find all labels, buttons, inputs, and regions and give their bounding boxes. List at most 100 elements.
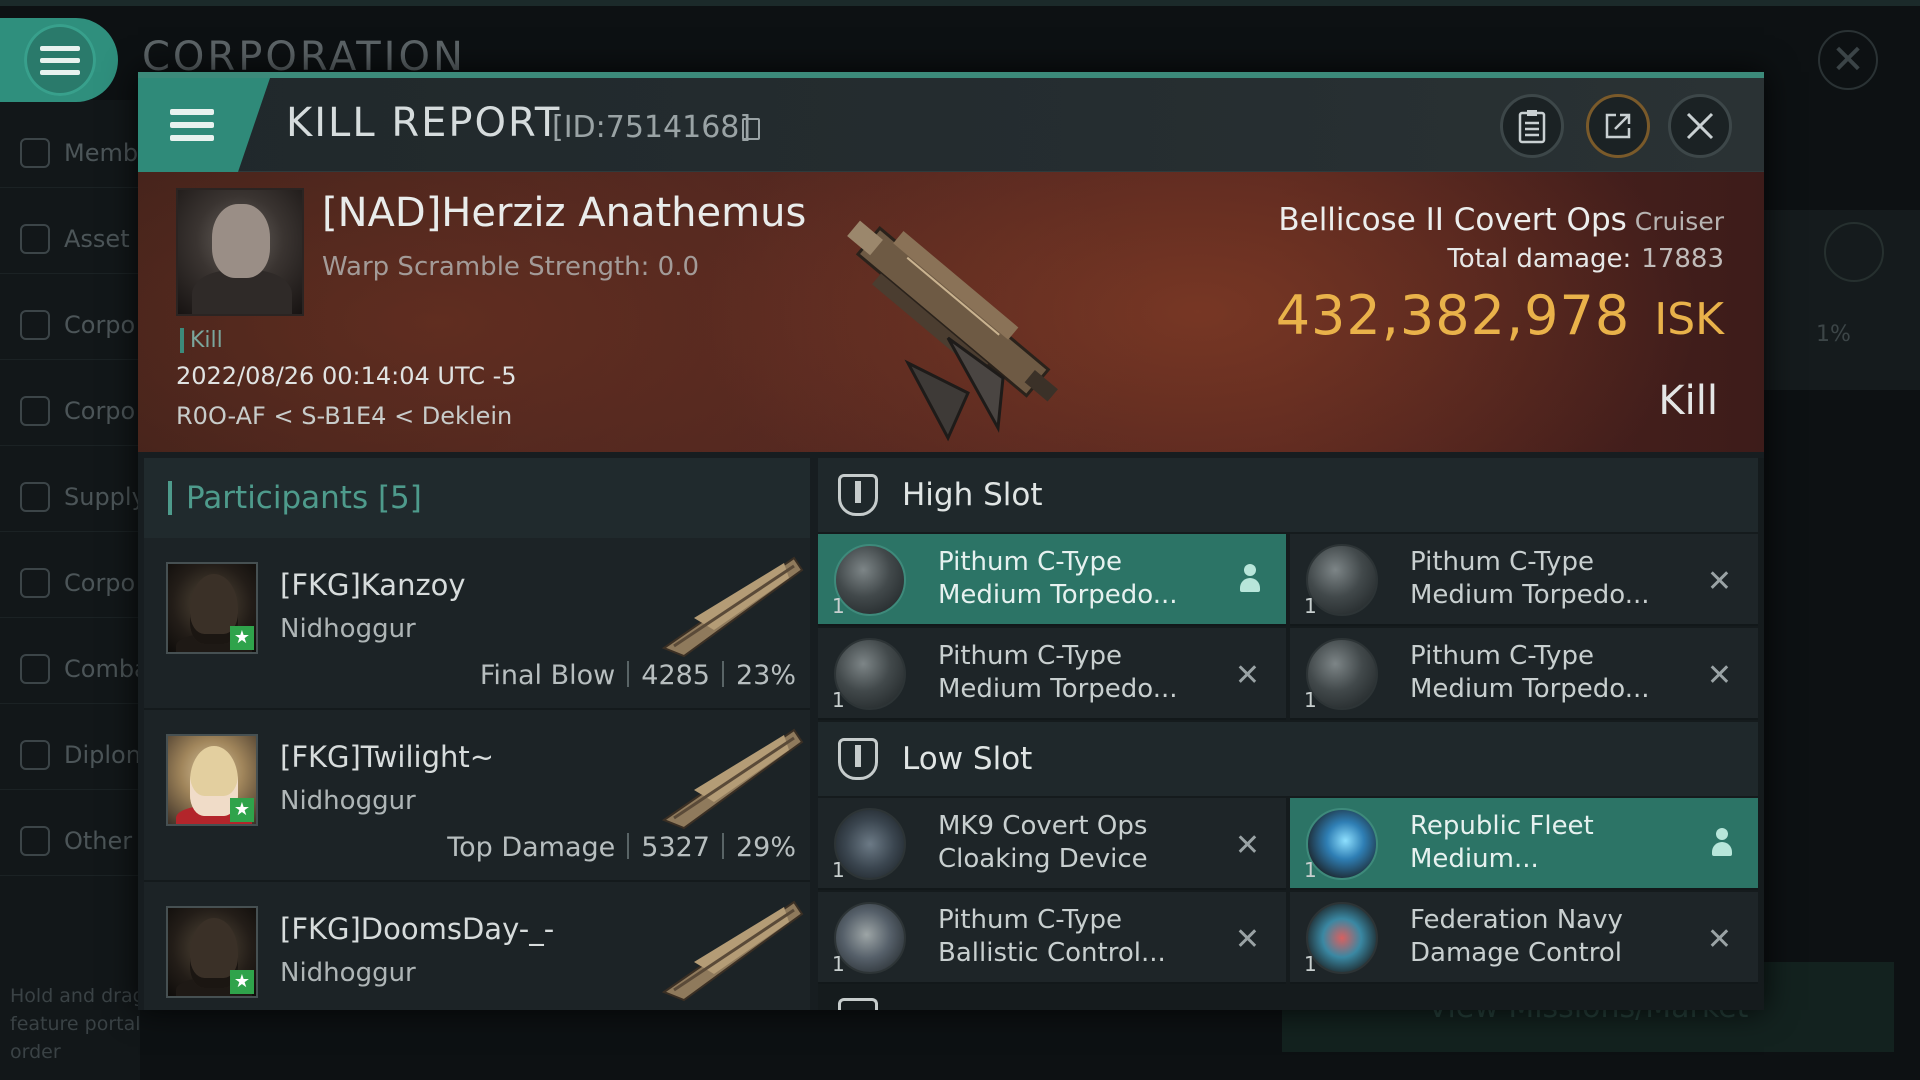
participant-ship-image — [661, 556, 804, 658]
background-close-icon[interactable]: ✕ — [1818, 30, 1878, 90]
participant-row[interactable]: ★ [FKG]Twilight~ Nidhoggur Top Damage 532… — [144, 710, 810, 882]
ship-class: Cruiser — [1634, 207, 1724, 236]
main-menu-button[interactable] — [0, 18, 118, 102]
sidebar-item-corp-3[interactable]: Corpo — [0, 548, 140, 618]
destroyed-icon: ✕ — [1706, 658, 1732, 693]
star-icon: ★ — [230, 626, 254, 650]
sidebar-item-combat[interactable]: Comba — [0, 634, 140, 704]
participant-row[interactable]: ★ [FKG]Kanzoy Nidhoggur Final Blow 4285 23… — [144, 538, 810, 710]
damage-control-icon — [1306, 902, 1378, 974]
sidebar-item-label: Diplon — [64, 740, 140, 769]
participant-name: [FKG]DoomsDay-_- — [280, 912, 555, 946]
ship-name: Bellicose II Covert Ops — [1278, 202, 1627, 238]
fitting-panel: High Slot 1 Pithum C-Type Medium Torpedo… — [818, 458, 1764, 1010]
clipboard-button[interactable] — [1500, 94, 1564, 158]
star-icon: ★ — [230, 970, 254, 994]
participant-name: [FKG]Kanzoy — [280, 568, 466, 602]
participant-stats: Top Damage 5327 29% — [447, 832, 796, 863]
low-slot-icon — [838, 738, 878, 780]
members-icon — [20, 137, 50, 168]
modal-menu-button[interactable] — [138, 78, 270, 172]
sidebar-item-label: Supply — [64, 482, 140, 511]
close-button[interactable] — [1668, 94, 1732, 158]
menu-icon — [24, 24, 96, 96]
participant-percent: 29% — [735, 832, 796, 863]
low-slot-header: Low Slot — [818, 722, 1758, 796]
top-bar — [0, 0, 1920, 6]
star-icon: ★ — [230, 798, 254, 822]
close-icon — [1686, 112, 1714, 140]
background-share-icon[interactable] — [1824, 222, 1884, 282]
participant-ship: Nidhoggur — [280, 958, 416, 988]
sidebar-item-label: Comba — [64, 654, 140, 683]
sidebar-item-label: Other — [64, 826, 133, 855]
participants-panel: Participants [5] ★ [FKG]Kanzoy Nidhoggur… — [144, 458, 810, 1010]
kill-location[interactable]: R0O-AF < S-B1E4 < Deklein — [176, 402, 512, 430]
module-name: Pithum C-Type Medium Torpedo... — [1410, 547, 1650, 610]
copy-icon[interactable] — [742, 118, 760, 140]
background-percent: 1% — [1816, 322, 1851, 347]
module-low-1[interactable]: 1 MK9 Covert Ops Cloaking Device ✕ — [818, 798, 1286, 890]
ship-image[interactable] — [798, 188, 1098, 448]
person-icon — [1240, 564, 1260, 594]
sidebar-item-label: Corpo — [64, 310, 136, 339]
module-qty: 1 — [832, 688, 845, 712]
sidebar-item-label: Corpo — [64, 568, 136, 597]
cloaking-device-icon — [834, 808, 906, 880]
total-damage-value: 17883 — [1641, 244, 1724, 274]
kill-tag: Kill — [180, 328, 223, 353]
high-slot-icon — [838, 474, 878, 516]
participant-avatar[interactable]: ★ — [166, 734, 258, 826]
destroyed-icon: ✕ — [1234, 922, 1260, 957]
participant-row[interactable]: ★ [FKG]DoomsDay-_- Nidhoggur — [144, 882, 810, 1010]
sidebar-item-assets[interactable]: Asset — [0, 204, 140, 274]
module-high-4[interactable]: 1 Pithum C-Type Medium Torpedo... ✕ — [1290, 628, 1758, 720]
module-high-2[interactable]: 1 Pithum C-Type Medium Torpedo... ✕ — [1290, 534, 1758, 626]
sidebar-item-diplomacy[interactable]: Diplon — [0, 720, 140, 790]
kill-result: Kill — [1658, 378, 1718, 424]
module-qty: 1 — [1304, 594, 1317, 618]
module-name: Pithum C-Type Medium Torpedo... — [1410, 641, 1650, 704]
sidebar-item-label: Memb — [64, 138, 139, 167]
sidebar-item-corp-2[interactable]: Corpo — [0, 376, 140, 446]
assets-icon — [20, 223, 50, 254]
sidebar-item-members[interactable]: Memb — [0, 118, 140, 188]
torpedo-launcher-icon — [834, 544, 906, 616]
module-qty: 1 — [1304, 688, 1317, 712]
module-high-1[interactable]: 1 Pithum C-Type Medium Torpedo... — [818, 534, 1286, 626]
module-low-3[interactable]: 1 Pithum C-Type Ballistic Control... ✕ — [818, 892, 1286, 984]
participant-role: Final Blow — [479, 660, 616, 691]
ballistic-control-icon — [834, 902, 906, 974]
module-low-4[interactable]: 1 Federation Navy Damage Control ✕ — [1290, 892, 1758, 984]
chart-icon — [20, 309, 50, 340]
sidebar-item-corp-1[interactable]: Corpo — [0, 290, 140, 360]
module-name: Pithum C-Type Medium Torpedo... — [938, 547, 1178, 610]
isk-unit: ISK — [1654, 294, 1724, 345]
module-name: Republic Fleet Medium... — [1410, 811, 1594, 874]
victim-name[interactable]: [NAD]Herziz Anathemus — [322, 190, 806, 236]
low-slot-label: Low Slot — [902, 741, 1033, 777]
module-qty: 1 — [832, 952, 845, 976]
destroyed-icon: ✕ — [1706, 922, 1732, 957]
participant-avatar[interactable]: ★ — [166, 562, 258, 654]
modal-header: KILL REPORT [ID:7514168] — [138, 78, 1764, 172]
isk-value: 432,382,978 — [1275, 284, 1631, 347]
modal-title: KILL REPORT — [286, 100, 562, 146]
sidebar-item-other[interactable]: Other — [0, 806, 140, 876]
kill-id: [ID:7514168] — [552, 110, 752, 145]
share-button[interactable] — [1586, 94, 1650, 158]
module-high-3[interactable]: 1 Pithum C-Type Medium Torpedo... ✕ — [818, 628, 1286, 720]
victim-portrait[interactable] — [176, 188, 304, 316]
participant-ship-image — [661, 900, 804, 1002]
participant-avatar[interactable]: ★ — [166, 906, 258, 998]
victim-ship[interactable]: Bellicose II Covert Ops Cruiser — [1278, 202, 1724, 238]
sidebar-item-supply[interactable]: Supply — [0, 462, 140, 532]
sidebar-item-label: Asset — [64, 224, 130, 253]
total-damage-label: Total damage: — [1447, 244, 1632, 274]
module-qty: 1 — [1304, 858, 1317, 882]
module-low-2[interactable]: 1 Republic Fleet Medium... — [1290, 798, 1758, 890]
participant-role: Top Damage — [447, 832, 616, 863]
share-icon — [1605, 113, 1631, 139]
shield-extender-icon — [1306, 808, 1378, 880]
warp-scramble-strength: Warp Scramble Strength: 0.0 — [322, 252, 700, 282]
